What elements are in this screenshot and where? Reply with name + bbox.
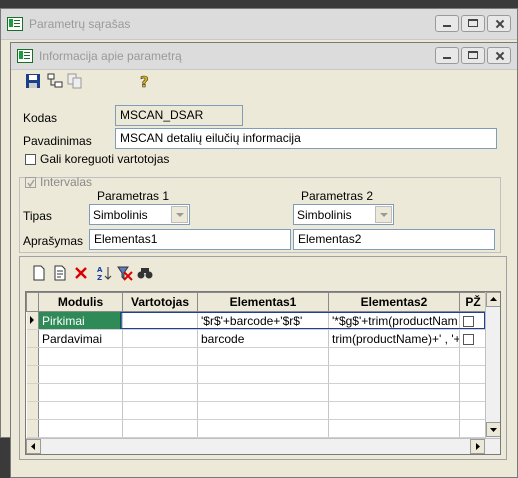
back-window-title: Parametrų sąrašas bbox=[29, 17, 131, 31]
list-icon bbox=[17, 49, 33, 63]
new-icon[interactable] bbox=[31, 265, 47, 281]
row-indicator[interactable] bbox=[26, 329, 39, 348]
kodas-field[interactable]: MSCAN_DSAR bbox=[115, 105, 243, 126]
front-window: Informacija apie parametrą ? Kodas MSCAN… bbox=[10, 42, 518, 478]
intervalas-checkbox[interactable] bbox=[25, 177, 36, 188]
table-row[interactable] bbox=[26, 419, 487, 438]
cell-pz[interactable] bbox=[459, 329, 487, 348]
svg-text:Z: Z bbox=[97, 274, 102, 281]
tipas1-value: Simbolinis bbox=[93, 208, 148, 222]
data-grid[interactable]: Modulis Vartotojas Elementas1 Elementas2… bbox=[25, 291, 501, 455]
column-header-vartotojas[interactable]: Vartotojas bbox=[122, 292, 198, 312]
scroll-up-button[interactable] bbox=[486, 292, 500, 307]
row-indicator-header bbox=[26, 292, 39, 312]
scroll-down-button[interactable] bbox=[486, 422, 500, 437]
vertical-scrollbar[interactable] bbox=[485, 292, 500, 438]
column-header-elementas2[interactable]: Elementas2 bbox=[328, 292, 460, 312]
gali-koreguoti-label: Gali koreguoti vartotojas bbox=[40, 152, 170, 166]
help-icon[interactable]: ? bbox=[137, 73, 153, 92]
edit-icon[interactable] bbox=[52, 265, 68, 281]
column-header-elementas1[interactable]: Elementas1 bbox=[197, 292, 329, 312]
copy-icon[interactable] bbox=[67, 73, 83, 89]
minimize-button[interactable] bbox=[435, 15, 459, 32]
pavadinimas-field[interactable]: MSCAN detalių eilučių informacija bbox=[115, 128, 497, 149]
cell-modulis[interactable]: Pardavimai bbox=[38, 329, 123, 348]
list-icon bbox=[7, 17, 23, 31]
maximize-button[interactable] bbox=[461, 47, 485, 64]
delete-icon[interactable] bbox=[73, 265, 89, 281]
row-focus-outline bbox=[120, 312, 485, 329]
maximize-button[interactable] bbox=[461, 15, 485, 32]
table-row[interactable] bbox=[26, 347, 487, 366]
back-window-titlebar[interactable]: Parametrų sąrašas bbox=[1, 9, 517, 40]
tipas2-select[interactable]: Simbolinis bbox=[293, 204, 394, 225]
aprasymas-label: Aprašymas bbox=[23, 234, 84, 248]
column-header-pz[interactable]: PŽ bbox=[459, 292, 487, 312]
table-row[interactable]: Pardavimai barcode trim(productName)+' ,… bbox=[26, 329, 487, 348]
parametras1-label: Parametras 1 bbox=[97, 189, 170, 203]
horizontal-scrollbar[interactable] bbox=[26, 438, 500, 454]
scroll-left-button[interactable] bbox=[26, 439, 41, 454]
save-icon[interactable] bbox=[25, 73, 41, 89]
tipas1-select[interactable]: Simbolinis bbox=[89, 204, 190, 225]
gali-koreguoti-checkbox[interactable] bbox=[25, 154, 36, 165]
pavadinimas-label: Pavadinimas bbox=[23, 134, 92, 148]
kodas-label: Kodas bbox=[23, 111, 58, 125]
find-icon[interactable] bbox=[137, 265, 153, 281]
front-window-titlebar[interactable]: Informacija apie parametrą bbox=[11, 43, 517, 70]
chevron-down-icon[interactable] bbox=[171, 206, 188, 223]
cell-elementas2[interactable]: trim(productName)+' , '+ bbox=[328, 329, 460, 348]
filter-clear-icon[interactable] bbox=[117, 265, 133, 281]
chevron-down-icon[interactable] bbox=[375, 206, 392, 223]
svg-text:?: ? bbox=[140, 73, 149, 89]
pz-checkbox[interactable] bbox=[463, 333, 474, 345]
tree-icon[interactable] bbox=[47, 73, 63, 89]
minimize-button[interactable] bbox=[435, 47, 459, 64]
cell-elementas1[interactable]: barcode bbox=[197, 329, 329, 348]
tipas2-value: Simbolinis bbox=[297, 208, 352, 222]
table-row[interactable] bbox=[26, 383, 487, 402]
close-button[interactable] bbox=[487, 47, 511, 64]
table-row[interactable] bbox=[26, 401, 487, 420]
cell-modulis[interactable]: Pirkimai bbox=[38, 311, 123, 330]
sort-az-icon[interactable]: AZ bbox=[97, 265, 113, 282]
close-button[interactable] bbox=[487, 15, 511, 32]
row-indicator[interactable] bbox=[26, 311, 39, 330]
cell-vartotojas[interactable] bbox=[122, 329, 198, 348]
aprasymas1-field[interactable]: Elementas1 bbox=[89, 229, 291, 250]
column-header-modulis[interactable]: Modulis bbox=[38, 292, 123, 312]
front-window-title: Informacija apie parametrą bbox=[39, 49, 182, 63]
svg-text:A: A bbox=[97, 266, 103, 274]
intervalas-label: Intervalas bbox=[40, 175, 93, 189]
scroll-right-button[interactable] bbox=[470, 439, 485, 454]
table-row[interactable] bbox=[26, 365, 487, 384]
tipas-label: Tipas bbox=[23, 209, 52, 223]
aprasymas2-field[interactable]: Elementas2 bbox=[293, 229, 495, 250]
parametras2-label: Parametras 2 bbox=[301, 189, 374, 203]
